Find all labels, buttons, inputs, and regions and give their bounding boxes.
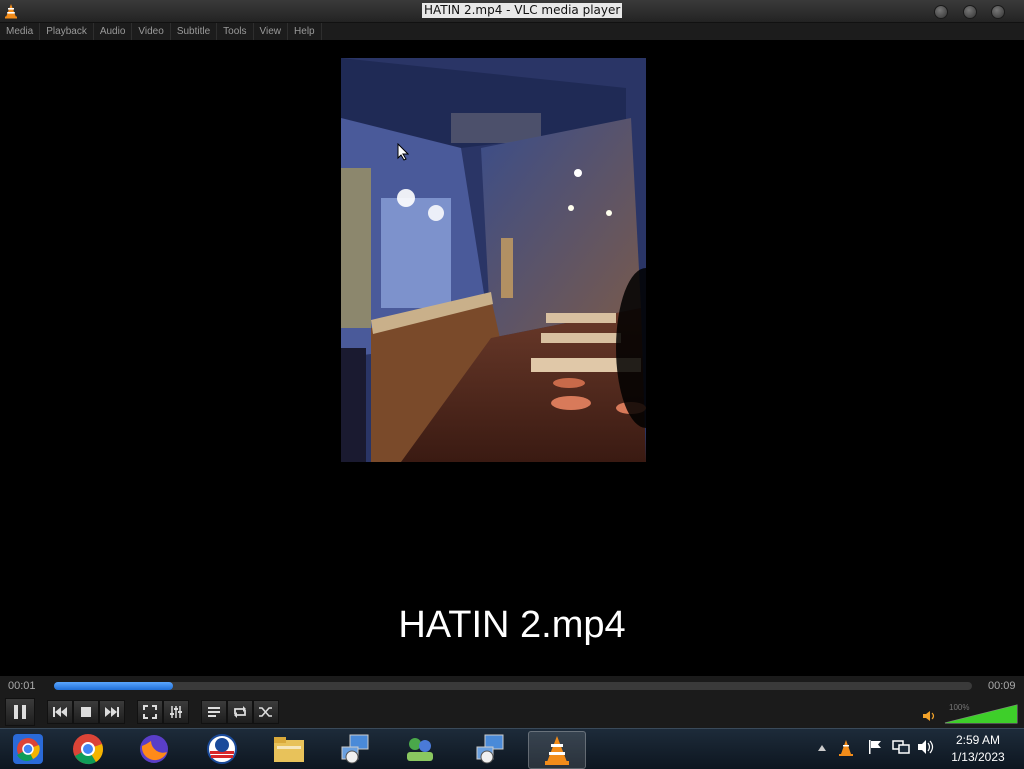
action-center-flag-icon[interactable] [868,739,882,755]
speaker-icon[interactable] [922,710,938,722]
menu-subtitle[interactable]: Subtitle [171,23,218,40]
chrome-icon [13,734,43,764]
taskbar-chrome-2[interactable] [60,731,116,767]
playlist-button[interactable] [201,700,227,724]
shuffle-button[interactable] [253,700,279,724]
network-tool-icon [476,734,504,764]
seek-bar[interactable] [54,682,972,690]
fullscreen-icon [143,705,157,719]
network-tool-icon [341,734,369,764]
people-icon [407,738,433,761]
menu-playback[interactable]: Playback [40,23,94,40]
stop-icon [81,707,91,717]
clock-time: 2:59 AM [955,733,1001,747]
taskbar-vlc[interactable] [528,731,586,769]
maximize-button[interactable] [963,5,977,19]
skip-back-icon [53,707,67,717]
fullscreen-button[interactable] [137,700,163,724]
video-frame [341,58,646,462]
taskbar-network-tool-2[interactable] [462,731,518,767]
pause-button[interactable] [5,698,35,726]
close-button[interactable] [991,5,1005,19]
previous-button[interactable] [47,700,73,724]
show-hidden-icons-icon[interactable] [818,745,826,751]
mouse-cursor-icon [397,143,409,161]
total-time: 00:09 [988,680,1016,692]
vlc-icon [545,736,569,765]
window-title: HATIN 2.mp4 - VLC media player [422,3,623,18]
menu-video[interactable]: Video [132,23,171,40]
taskbar-people-app[interactable] [392,731,448,767]
equalizer-icon [170,706,182,718]
menu-audio[interactable]: Audio [94,23,133,40]
taskbar-network-tool-1[interactable] [327,731,383,767]
shuffle-icon [259,707,272,717]
volume-icon[interactable] [917,739,935,755]
menu-help[interactable]: Help [288,23,322,40]
chrome-icon [73,734,103,765]
pause-icon [14,705,26,719]
obama-icon [207,734,237,764]
loop-button[interactable] [227,700,253,724]
volume-percent: 100% [949,703,970,712]
network-icon[interactable] [892,739,910,755]
vlc-tray-icon[interactable] [838,739,854,757]
minimize-button[interactable] [934,5,948,19]
vlc-icon [5,4,17,19]
seek-bar-fill [54,682,174,690]
system-clock[interactable]: 2:59 AM 1/13/2023 [940,732,1016,766]
menu-view[interactable]: View [254,23,289,40]
taskbar-chrome-1[interactable] [0,731,56,767]
subtitle-overlay: HATIN 2.mp4 [398,604,626,646]
stop-button[interactable] [73,700,99,724]
extended-settings-button[interactable] [163,700,189,724]
taskbar-firefox[interactable] [126,731,182,767]
video-area[interactable]: HATIN 2.mp4 [0,40,1024,676]
elapsed-time: 00:01 [8,680,36,692]
playback-controls: 00:01 00:09 100% [0,676,1024,728]
menu-bar: Media Playback Audio Video Subtitle Tool… [0,23,1024,40]
firefox-icon [140,735,168,763]
clock-date: 1/13/2023 [951,750,1005,764]
playlist-icon [208,707,220,717]
title-bar: HATIN 2.mp4 - VLC media player [0,0,1024,23]
loop-icon [234,706,246,718]
taskbar: 2:59 AM 1/13/2023 [0,728,1024,769]
taskbar-file-explorer[interactable] [261,731,317,767]
taskbar-campaign-app[interactable] [194,731,250,767]
folder-icon [274,737,304,762]
next-button[interactable] [99,700,125,724]
menu-media[interactable]: Media [0,23,41,40]
skip-forward-icon [105,707,119,717]
menu-tools[interactable]: Tools [217,23,254,40]
